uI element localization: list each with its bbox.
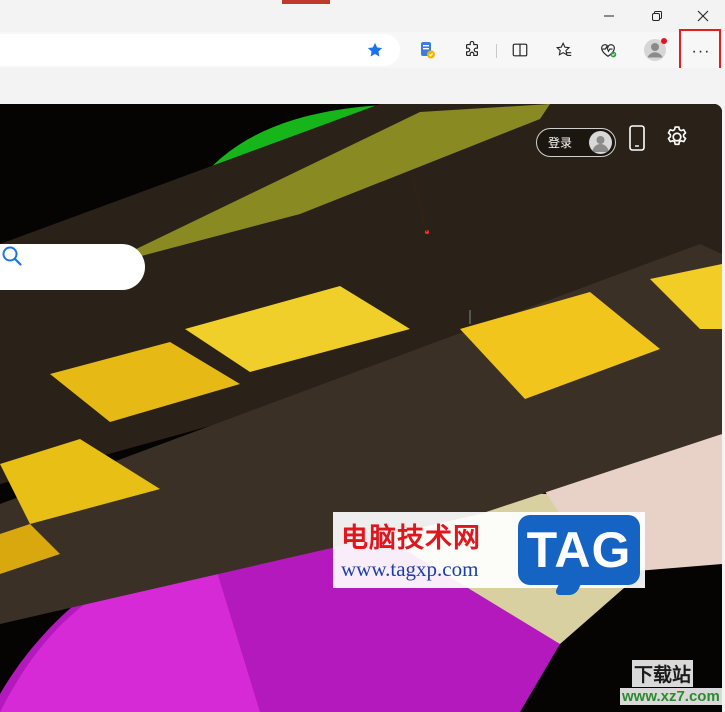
- new-tab-background: 登录: [0, 104, 722, 712]
- close-button[interactable]: [680, 0, 725, 32]
- split-screen-icon: [512, 43, 528, 57]
- minimize-icon: [604, 15, 614, 17]
- gear-icon: [667, 126, 687, 146]
- notification-dot: [661, 38, 667, 44]
- browser-toolbar: [0, 32, 725, 68]
- favorites-button[interactable]: [547, 34, 581, 66]
- search-box[interactable]: [0, 244, 145, 290]
- restore-button[interactable]: [634, 0, 680, 32]
- title-bar: [0, 0, 725, 32]
- split-screen-button[interactable]: [503, 34, 537, 66]
- page-settings-button[interactable]: [664, 124, 690, 150]
- phone-icon: [629, 125, 645, 151]
- copilot-button[interactable]: [410, 34, 444, 66]
- browser-essentials-icon: [601, 44, 617, 58]
- close-icon: [697, 10, 709, 22]
- favorites-icon: [555, 41, 572, 56]
- active-tab-indicator: [282, 0, 330, 4]
- watermark-site-url: www.xz7.com: [620, 688, 722, 705]
- favorite-button[interactable]: [362, 38, 388, 62]
- login-avatar-icon: [589, 131, 612, 154]
- background-image: [0, 104, 722, 712]
- extensions-button[interactable]: [455, 34, 489, 66]
- highlight-annotation: [679, 29, 721, 72]
- star-filled-icon: [367, 42, 383, 57]
- extensions-icon: [466, 41, 478, 56]
- mobile-button[interactable]: [628, 124, 646, 152]
- watermark-site-name: 下载站: [632, 660, 694, 687]
- favorites-strip: [0, 68, 725, 104]
- profile-button[interactable]: [640, 35, 670, 65]
- login-button[interactable]: 登录: [536, 128, 616, 157]
- minimize-button[interactable]: [586, 0, 632, 32]
- copilot-icon: [421, 42, 435, 59]
- watermark-logo: TAG: [518, 515, 640, 585]
- toolbar-separator: [496, 44, 497, 58]
- address-bar[interactable]: [0, 34, 400, 66]
- restore-icon: [652, 11, 662, 21]
- login-label: 登录: [548, 136, 573, 150]
- watermark: 电脑技术网 www.tagxp.com TAG: [333, 512, 645, 588]
- watermark-title: 电脑技术网: [341, 523, 481, 554]
- search-icon[interactable]: [0, 244, 24, 268]
- watermark-url: www.tagxp.com: [341, 557, 479, 581]
- browser-essentials-button[interactable]: [591, 34, 625, 66]
